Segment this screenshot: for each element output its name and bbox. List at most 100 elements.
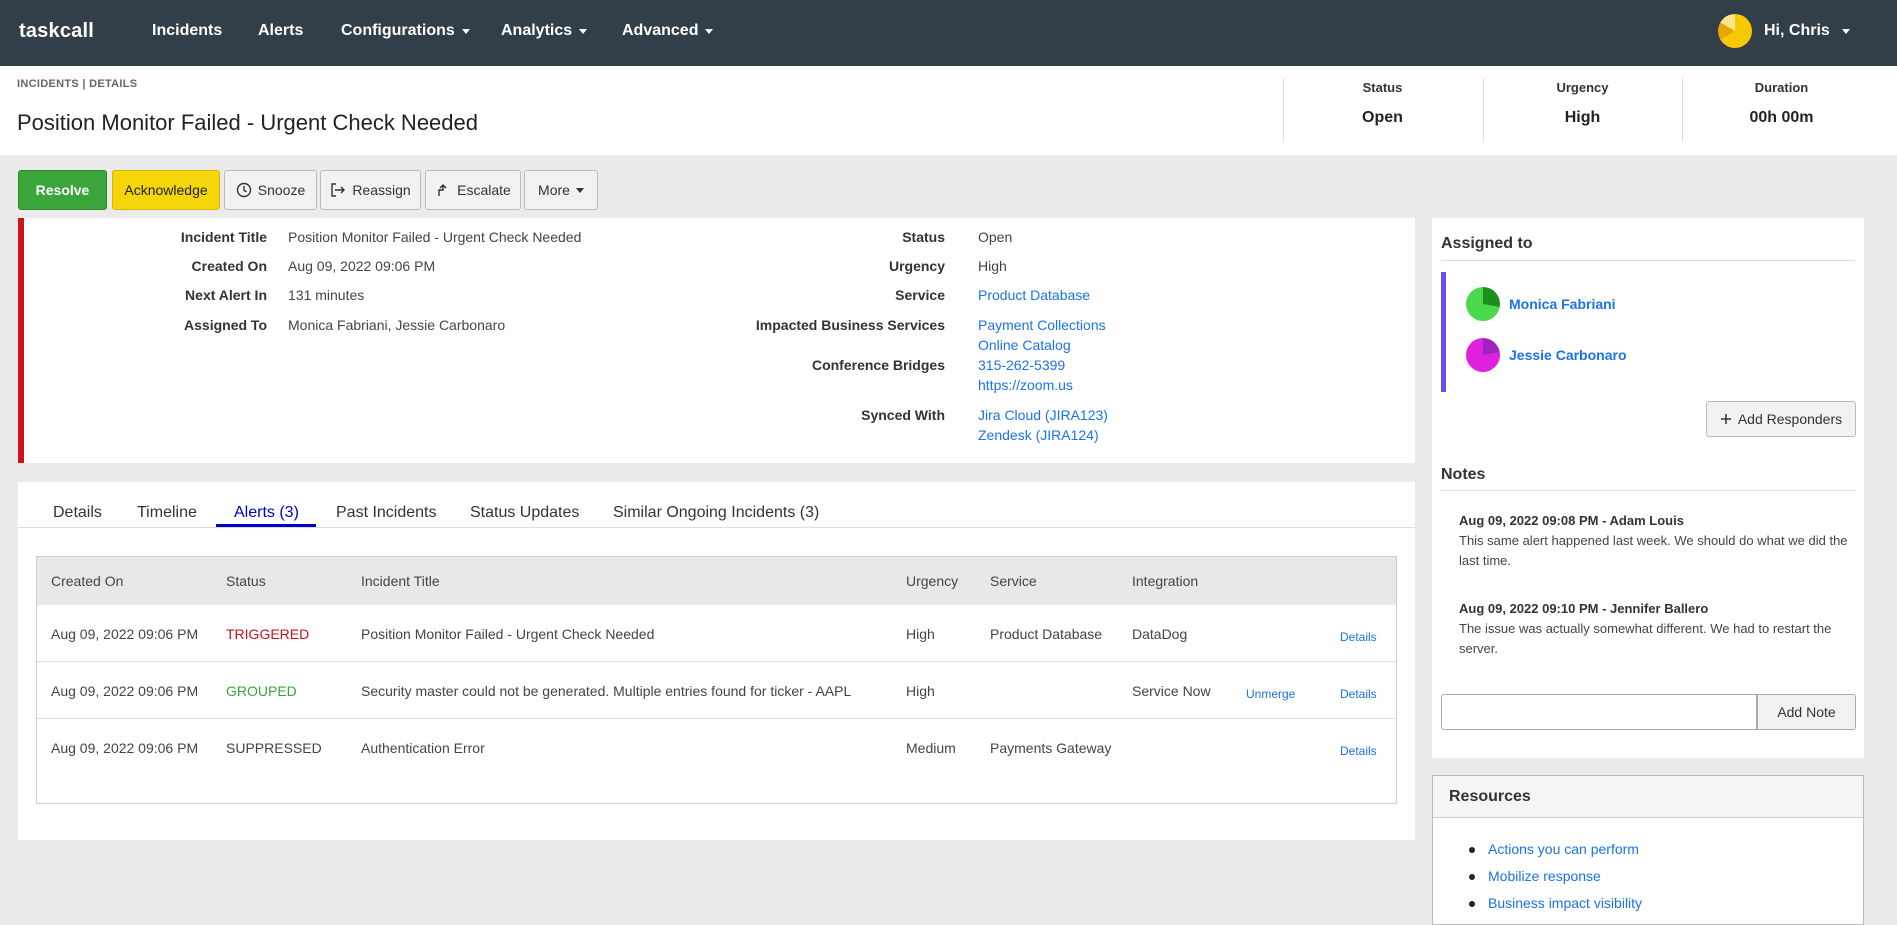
tab-timeline[interactable]: Timeline	[137, 504, 197, 522]
resolve-button[interactable]: Resolve	[18, 170, 107, 210]
incident-details-card: Incident Title Position Monitor Failed -…	[18, 218, 1415, 463]
cell-title: Authentication Error	[361, 740, 485, 756]
acknowledge-label: Acknowledge	[124, 182, 208, 198]
tab-details[interactable]: Details	[53, 504, 102, 522]
service-label: Service	[895, 287, 945, 303]
urgency-stat-value: High	[1564, 109, 1601, 126]
cell-integration: DataDog	[1132, 626, 1188, 642]
created-on-label: Created On	[191, 258, 267, 274]
acknowledge-button[interactable]: Acknowledge	[112, 170, 220, 210]
assignee-name-link[interactable]: Monica Fabriani	[1509, 296, 1616, 312]
impacted-service-link[interactable]: Online Catalog	[978, 337, 1071, 353]
resource-link[interactable]: Actions you can perform	[1469, 841, 1639, 857]
top-navbar: taskcall Incidents Alerts Configurations…	[0, 0, 1897, 66]
add-responders-label: Add Responders	[1737, 411, 1843, 427]
note-header: Aug 09, 2022 09:10 PM - Jennifer Ballero	[1459, 601, 1709, 616]
assignment-notes-panel: Assigned to Monica Fabriani Jessie Carbo…	[1432, 218, 1864, 758]
tab-status-updates[interactable]: Status Updates	[470, 504, 579, 522]
nav-incidents[interactable]: Incidents	[152, 22, 222, 40]
nav-configurations-label: Configurations	[341, 22, 455, 39]
assignee-item[interactable]: Jessie Carbonaro	[1466, 338, 1627, 372]
snooze-button[interactable]: Snooze	[224, 170, 317, 210]
user-menu[interactable]: Hi, Chris	[1718, 14, 1850, 48]
table-row: Aug 09, 2022 09:06 PM TRIGGERED Position…	[37, 605, 1396, 662]
status-value: Open	[978, 229, 1013, 245]
chevron-down-icon	[579, 28, 588, 34]
chevron-down-icon	[1841, 28, 1850, 34]
table-header: Created On Status Incident Title Urgency…	[37, 557, 1396, 605]
column-service: Service	[990, 573, 1037, 589]
reassign-button[interactable]: Reassign	[320, 170, 421, 210]
details-link[interactable]: Details	[1340, 687, 1377, 701]
table-row: Aug 09, 2022 09:06 PM GROUPED Security m…	[37, 662, 1396, 719]
synced-jira-link[interactable]: Jira Cloud (JIRA123)	[978, 407, 1108, 423]
service-link[interactable]: Product Database	[990, 626, 1102, 642]
assignee-item[interactable]: Monica Fabriani	[1466, 287, 1616, 321]
tab-past-incidents[interactable]: Past Incidents	[336, 504, 437, 522]
divider	[1441, 490, 1855, 491]
nav-alerts[interactable]: Alerts	[258, 22, 303, 40]
service-link[interactable]: Payments Gateway	[990, 740, 1111, 756]
impacted-service-link[interactable]: Payment Collections	[978, 317, 1106, 333]
nav-alerts-label: Alerts	[258, 22, 304, 39]
cell-integration: Service Now	[1132, 683, 1211, 699]
status-stat-value: Open	[1362, 109, 1403, 126]
status-badge: TRIGGERED	[226, 626, 310, 642]
status-badge: SUPPRESSED	[226, 740, 322, 756]
note-body: The issue was actually somewhat differen…	[1459, 621, 1832, 656]
conference-phone-link[interactable]: 315-262-5399	[978, 357, 1065, 373]
notes-heading: Notes	[1441, 466, 1486, 483]
nav-incidents-label: Incidents	[152, 22, 223, 39]
assignee-name-link[interactable]: Jessie Carbonaro	[1509, 347, 1627, 363]
duration-stat-value: 00h 00m	[1749, 109, 1814, 126]
resources-header[interactable]: Resources	[1433, 776, 1863, 818]
conference-url-link[interactable]: https://zoom.us	[978, 377, 1073, 393]
unmerge-link[interactable]: Unmerge	[1246, 687, 1295, 701]
details-link[interactable]: Details	[1340, 744, 1377, 758]
reassign-label: Reassign	[352, 182, 411, 198]
add-note-button[interactable]: Add Note	[1757, 694, 1856, 730]
cell-urgency: High	[906, 626, 935, 642]
cell-created: Aug 09, 2022 09:06 PM	[51, 740, 199, 756]
divider	[1441, 260, 1855, 261]
cell-created: Aug 09, 2022 09:06 PM	[51, 683, 199, 699]
tab-alerts[interactable]: Alerts (3)	[234, 504, 299, 522]
nav-advanced[interactable]: Advanced	[622, 22, 714, 40]
service-link[interactable]: Product Database	[978, 287, 1090, 303]
status-stat-label: Status	[1362, 80, 1403, 95]
tab-similar-incidents[interactable]: Similar Ongoing Incidents (3)	[613, 504, 819, 522]
escalate-button[interactable]: Escalate	[425, 170, 521, 210]
escalate-arrow-icon	[438, 184, 447, 196]
avatar	[1466, 338, 1500, 372]
status-label: Status	[902, 229, 945, 245]
cell-urgency: High	[906, 683, 935, 699]
more-label: More	[538, 182, 570, 198]
tabs-card: Details Timeline Alerts (3) Past Inciden…	[18, 482, 1415, 840]
note-input[interactable]	[1441, 694, 1757, 730]
next-alert-label: Next Alert In	[185, 287, 267, 303]
resource-link[interactable]: Mobilize response	[1469, 868, 1601, 884]
cell-urgency: Medium	[906, 740, 956, 756]
more-button[interactable]: More	[524, 170, 598, 210]
duration-stat: Duration 00h 00m	[1682, 78, 1880, 142]
nav-analytics[interactable]: Analytics	[501, 22, 588, 40]
alerts-table: Created On Status Incident Title Urgency…	[36, 556, 1397, 804]
synced-with-label: Synced With	[861, 407, 945, 423]
details-link[interactable]: Details	[1340, 630, 1377, 644]
assigned-to-heading: Assigned to	[1441, 235, 1533, 252]
resource-link[interactable]: Business impact visibility	[1468, 895, 1642, 911]
page-title: Position Monitor Failed - Urgent Check N…	[17, 110, 479, 135]
assigned-to-value: Monica Fabriani, Jessie Carbonaro	[288, 317, 506, 333]
add-responders-button[interactable]: Add Responders	[1706, 401, 1856, 437]
synced-zendesk-link[interactable]: Zendesk (JIRA124)	[978, 427, 1099, 443]
resources-panel: Resources Actions you can perform Mobili…	[1432, 775, 1864, 925]
nav-configurations[interactable]: Configurations	[341, 22, 470, 40]
duration-stat-label: Duration	[1754, 80, 1809, 95]
reassign-arrow-icon	[331, 183, 346, 197]
plus-icon	[1720, 414, 1731, 424]
brand-logo[interactable]: taskcall	[19, 20, 94, 43]
nav-analytics-label: Analytics	[501, 22, 573, 39]
urgency-value: High	[978, 258, 1007, 274]
urgency-stat-label: Urgency	[1556, 80, 1609, 95]
user-greeting: Hi, Chris	[1764, 22, 1830, 39]
